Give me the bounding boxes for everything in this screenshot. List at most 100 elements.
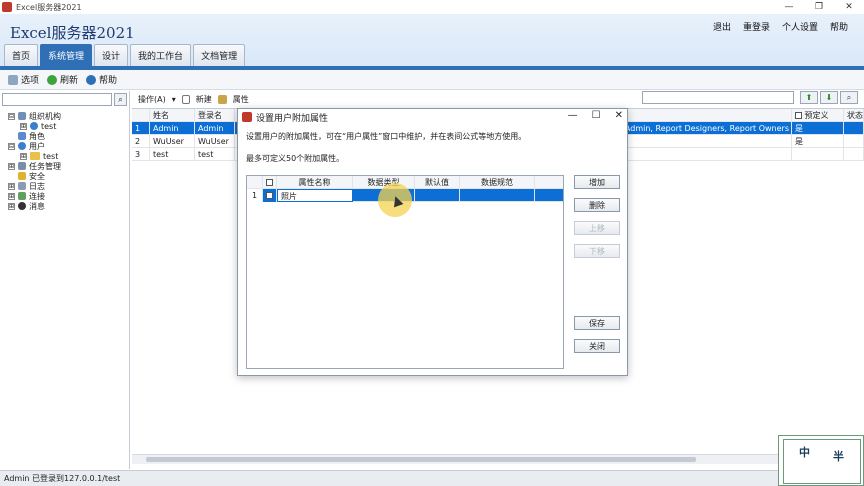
col-data-spec[interactable]: 数据规范 (460, 176, 535, 189)
grid-search-input[interactable] (642, 91, 794, 104)
folder-icon (30, 152, 40, 160)
window-titlebar: Excel服务器2021 — ❐ ✕ (0, 0, 864, 14)
cell-attr-name[interactable]: 照片 (277, 189, 353, 202)
select-all-checkbox[interactable] (263, 176, 277, 189)
tree-expander[interactable]: ⊞ (20, 122, 27, 130)
close-button[interactable]: ✕ (834, 0, 864, 14)
col-status[interactable]: 状态 (844, 108, 864, 122)
tree-item-label: test (41, 121, 57, 131)
stamp-char: 中 (799, 446, 810, 459)
help-link[interactable]: 帮助 (830, 20, 848, 33)
close-dialog-button[interactable]: 关闭 (574, 339, 620, 353)
tree-item-org-test[interactable]: ⊞ test (8, 121, 129, 131)
tree-expander[interactable]: ⊟ (8, 142, 15, 150)
col-default-value[interactable]: 默认值 (415, 176, 460, 189)
tree-item-logs[interactable]: ⊞ 日志 (8, 181, 129, 191)
tree-expander[interactable]: ⊞ (20, 152, 27, 160)
options-button[interactable]: 选项 (8, 73, 39, 86)
cell-name[interactable]: Admin (150, 121, 195, 135)
tree-expander[interactable]: ⊞ (8, 182, 15, 190)
tab-design[interactable]: 设计 (94, 44, 129, 66)
add-button[interactable]: 增加 (574, 175, 620, 189)
cell-predefined[interactable]: 是 (792, 121, 844, 135)
left-pane: ⌕ ⊟ 组织机构 ⊞ test 角色 ⊟ 用户 ⊞ test ⊞ 任务管理 安全… (0, 91, 130, 469)
personal-settings-link[interactable]: 个人设置 (782, 20, 818, 33)
tree-item-user-test[interactable]: ⊞ test (8, 151, 129, 161)
maximize-button[interactable]: ❐ (804, 0, 834, 14)
tree-expander[interactable]: ⊞ (8, 192, 15, 200)
task-icon (18, 162, 26, 170)
security-icon (18, 172, 26, 180)
move-down-button[interactable]: 下移 (574, 244, 620, 258)
minimize-button[interactable]: — (774, 0, 804, 14)
dialog-button-column: 增加 删除 上移 下移 保存 关闭 (574, 175, 620, 362)
logout-link[interactable]: 退出 (713, 20, 731, 33)
tree-expander[interactable]: ⊞ (8, 202, 15, 210)
tree-item-tasks[interactable]: ⊞ 任务管理 (8, 161, 129, 171)
cell-login[interactable]: WuUser (195, 134, 235, 148)
save-button[interactable]: 保存 (574, 316, 620, 330)
cell-name[interactable]: WuUser (150, 134, 195, 148)
refresh-button[interactable]: 刷新 (47, 73, 78, 86)
new-icon (181, 94, 190, 104)
user-attributes-dialog: 设置用户附加属性 — ☐ ✕ 设置用户的附加属性，可在“用户属性”窗口中维护，并… (237, 108, 628, 376)
help-button[interactable]: 帮助 (86, 73, 117, 86)
dropdown-arrow-icon[interactable]: ▾ (172, 95, 176, 104)
tree-expander[interactable]: ⊟ (8, 112, 15, 120)
properties-button[interactable]: 属性 (233, 94, 249, 105)
relogin-link[interactable]: 重登录 (743, 20, 770, 33)
dialog-minimize-button[interactable]: — (568, 110, 578, 121)
cell-login[interactable]: Admin (195, 121, 235, 135)
message-icon (18, 202, 26, 210)
tree-item-messages[interactable]: ⊞ 消息 (8, 201, 129, 211)
tree-expander (8, 173, 15, 180)
horizontal-scrollbar[interactable] (132, 454, 782, 464)
tree-search: ⌕ (0, 91, 129, 108)
dialog-maximize-button[interactable]: ☐ (592, 110, 601, 121)
tree-item-organization[interactable]: ⊟ 组织机构 (8, 111, 129, 121)
tree-item-label: test (43, 151, 59, 161)
search-icon[interactable]: ⌕ (114, 93, 127, 106)
tab-system-management[interactable]: 系统管理 (40, 44, 93, 66)
operations-menu[interactable]: 操作(A) (138, 94, 166, 105)
col-name[interactable]: 姓名 (150, 108, 195, 122)
move-down-icon[interactable]: ⬇ (820, 91, 838, 104)
cell-default-value[interactable] (415, 189, 460, 202)
predefined-filter-checkbox[interactable] (795, 111, 802, 119)
tree-expander[interactable]: ⊞ (8, 162, 15, 170)
cell-predefined[interactable] (792, 147, 844, 161)
cell-name[interactable]: test (150, 147, 195, 161)
tab-document-management[interactable]: 文档管理 (193, 44, 246, 66)
row-number: 1 (132, 121, 150, 135)
tree-item-label: 消息 (29, 201, 45, 211)
scrollbar-thumb[interactable] (146, 457, 696, 462)
row-checkbox[interactable] (263, 189, 277, 202)
new-button[interactable]: 新建 (196, 94, 212, 105)
cell-data-spec[interactable] (460, 189, 535, 202)
tree-item-users[interactable]: ⊟ 用户 (8, 141, 129, 151)
cell-login[interactable]: test (195, 147, 235, 161)
tab-my-workbench[interactable]: 我的工作台 (130, 44, 192, 66)
delete-button[interactable]: 删除 (574, 198, 620, 212)
tree-item-roles[interactable]: 角色 (8, 131, 129, 141)
col-login[interactable]: 登录名 (195, 108, 235, 122)
main-tabs: 首页 系统管理 设计 我的工作台 文档管理 (4, 44, 246, 66)
tab-home[interactable]: 首页 (4, 44, 39, 66)
tree-item-connections[interactable]: ⊞ 连接 (8, 191, 129, 201)
user-icon (18, 142, 26, 150)
header-links: 退出 重登录 个人设置 帮助 (713, 20, 848, 33)
app-icon (2, 2, 12, 12)
help-icon (86, 74, 97, 85)
col-attr-name[interactable]: 属性名称 (277, 176, 353, 189)
dialog-close-button[interactable]: ✕ (615, 110, 623, 121)
move-up-button[interactable]: 上移 (574, 221, 620, 235)
col-predefined[interactable]: 预定义 (792, 108, 844, 122)
help-label: 帮助 (99, 76, 118, 86)
search-icon[interactable]: ⌕ (840, 91, 858, 104)
connection-icon (18, 192, 26, 200)
move-up-icon[interactable]: ⬆ (800, 91, 818, 104)
cell-predefined[interactable]: 是 (792, 134, 844, 148)
properties-icon (217, 94, 227, 104)
tree-item-security[interactable]: 安全 (8, 171, 129, 181)
tree-search-input[interactable] (2, 93, 112, 106)
